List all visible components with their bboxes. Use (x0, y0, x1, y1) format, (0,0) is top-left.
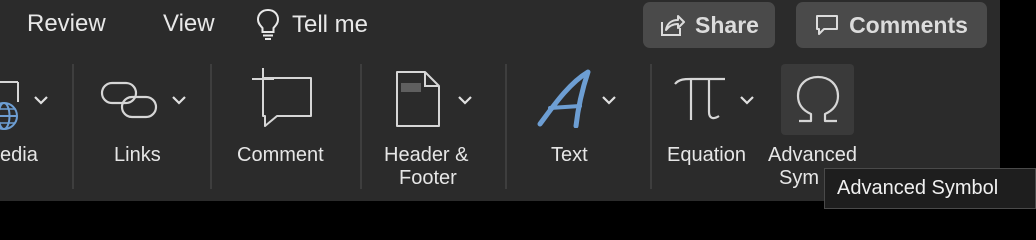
chevron-down-icon[interactable] (172, 96, 186, 105)
tell-me-search[interactable]: Tell me (256, 5, 368, 45)
share-label: Share (695, 11, 759, 38)
ribbon-divider (505, 64, 507, 189)
comments-label: Comments (849, 11, 968, 38)
advanced-symbol-tooltip: Advanced Symbol (824, 168, 1036, 209)
links-label: Links (114, 144, 161, 166)
equation-group[interactable]: Equation (665, 54, 765, 201)
globe-icon (0, 81, 19, 130)
ribbon-divider (72, 64, 74, 189)
share-button[interactable]: Share (643, 2, 775, 48)
ribbon-divider (360, 64, 362, 189)
text-label: Text (551, 144, 588, 166)
comments-button[interactable]: Comments (796, 2, 987, 48)
speech-bubble-icon (816, 15, 839, 35)
tab-review[interactable]: Review (27, 10, 106, 38)
share-icon (661, 15, 686, 36)
text-group[interactable]: Text (520, 54, 635, 201)
equation-label: Equation (667, 144, 746, 166)
comment-label: Comment (237, 144, 324, 166)
chevron-down-icon[interactable] (602, 96, 616, 105)
ribbon-divider (650, 64, 652, 189)
media-group[interactable]: edia (0, 54, 60, 201)
text-style-icon (537, 69, 591, 128)
omega-icon (796, 75, 840, 123)
lightbulb-icon (256, 8, 280, 40)
new-comment-icon (252, 68, 312, 127)
header-footer-label-line1: Header & (384, 144, 469, 166)
ribbon-tab-bar: Review View Tell me Share Comments (0, 0, 1000, 54)
advanced-symbol-label-line1: Advanced (768, 144, 857, 166)
header-footer-group[interactable]: Header & Footer (375, 54, 495, 201)
chevron-down-icon[interactable] (34, 96, 48, 105)
tell-me-label: Tell me (292, 11, 369, 38)
advanced-symbol-label-line2: Sym (779, 167, 819, 189)
tab-view[interactable]: View (163, 10, 215, 38)
comment-group[interactable]: Comment (225, 54, 345, 201)
link-icon (100, 81, 158, 119)
chevron-down-icon[interactable] (740, 96, 754, 105)
page-header-icon (396, 71, 440, 127)
header-footer-label-line2: Footer (399, 167, 457, 189)
chevron-down-icon[interactable] (458, 96, 472, 105)
ribbon-divider (210, 64, 212, 189)
links-group[interactable]: Links (90, 54, 200, 201)
media-label: edia (0, 144, 38, 166)
pi-icon (674, 77, 725, 120)
